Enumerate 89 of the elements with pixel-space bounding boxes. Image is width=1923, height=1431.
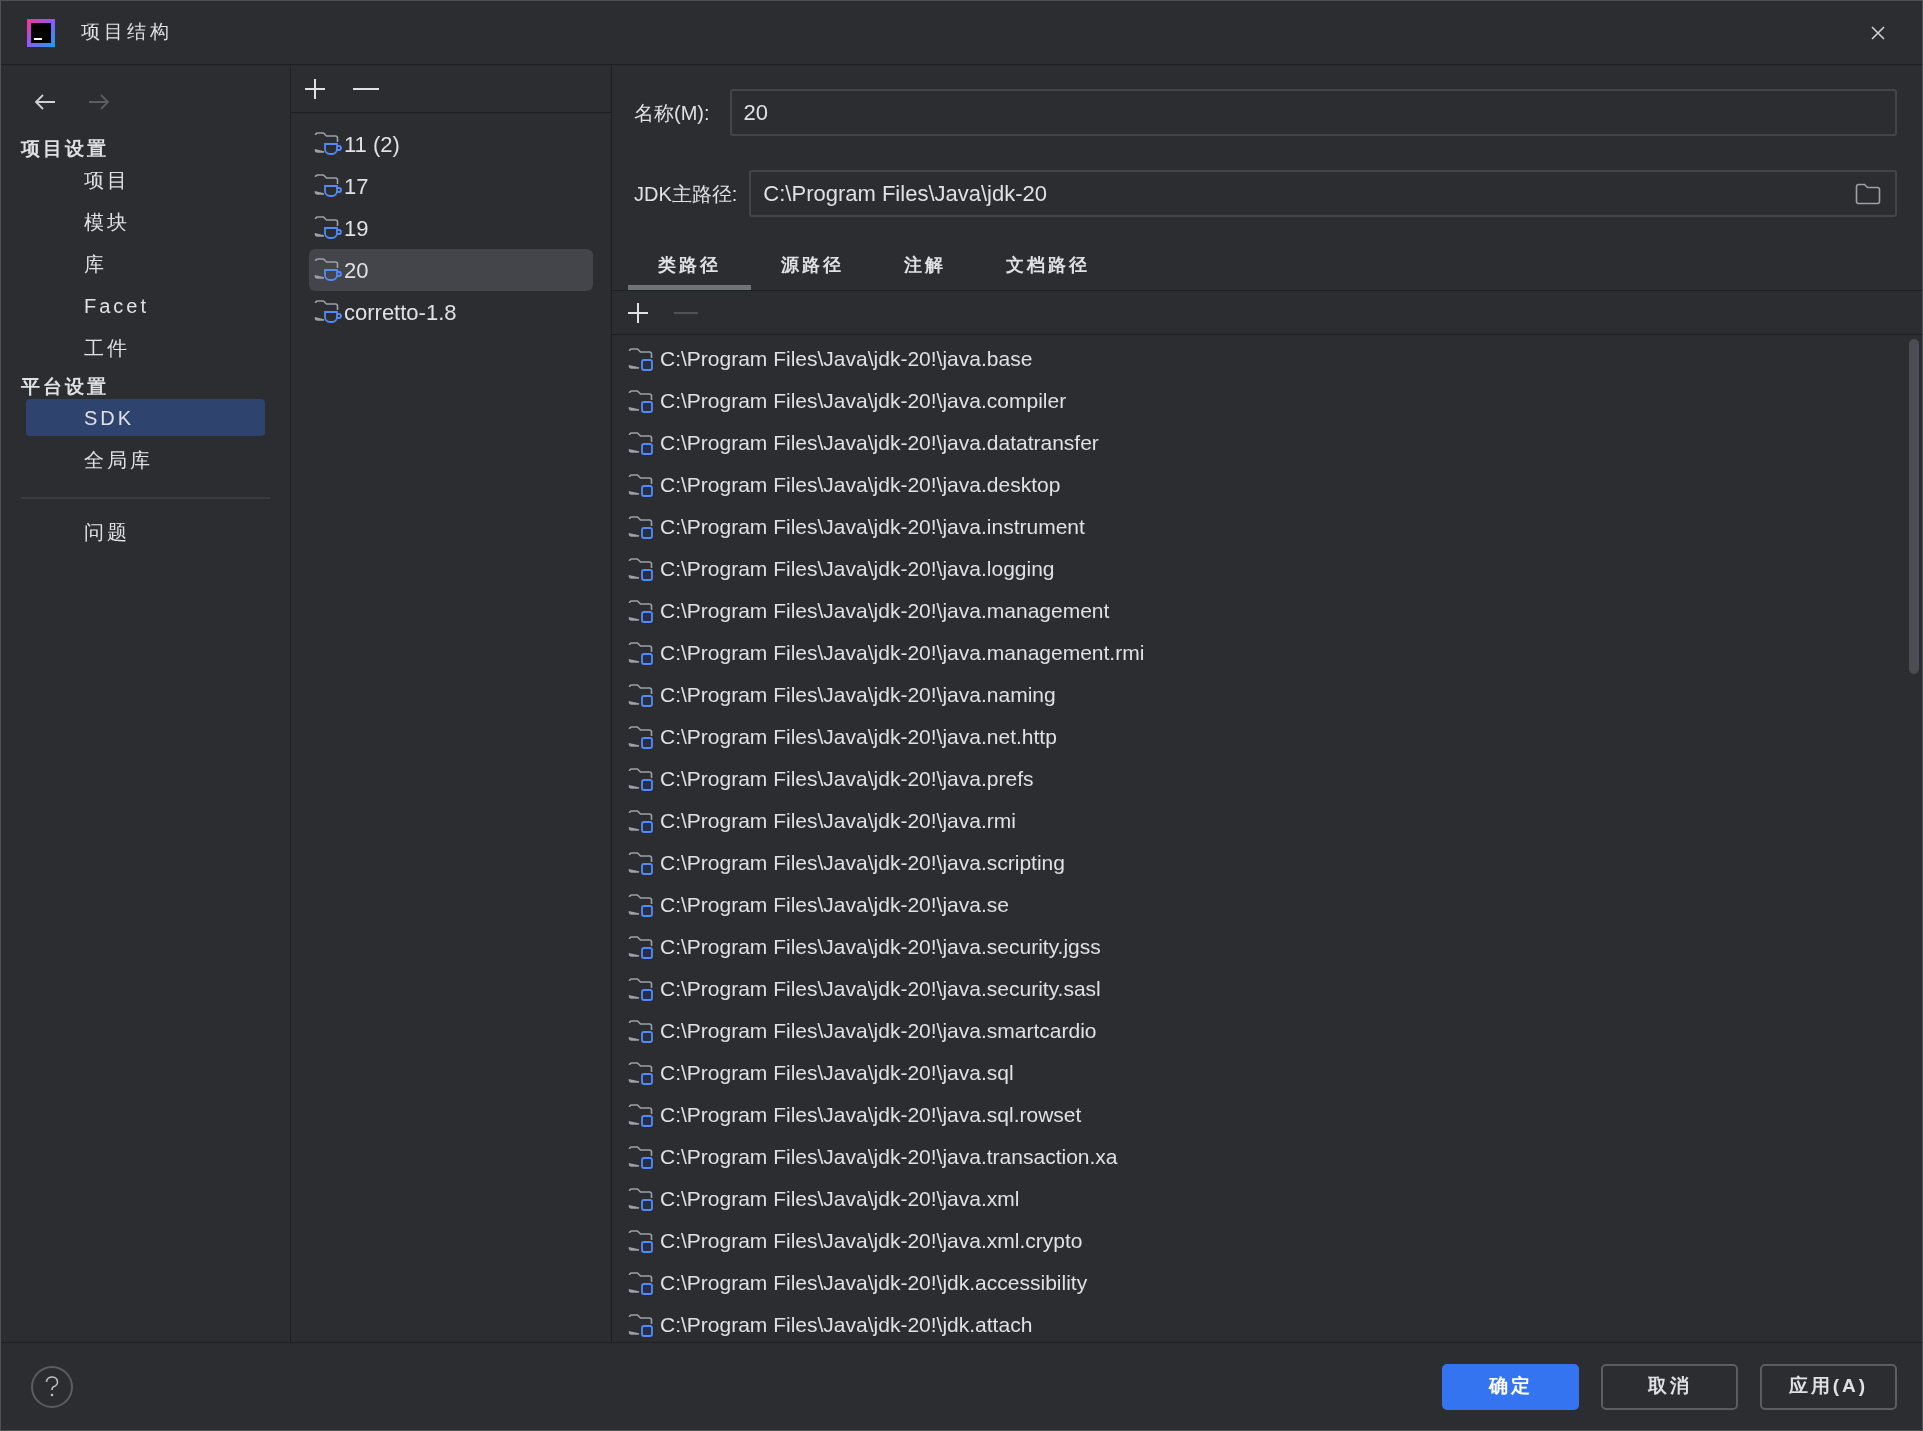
- sidebar-item[interactable]: SDK: [26, 399, 265, 436]
- window-title: 项目结构: [81, 20, 173, 45]
- classpath-entry[interactable]: C:\Program Files\Java\jdk-20!\java.compiler: [660, 385, 1067, 417]
- question-mark-icon: [45, 1375, 59, 1398]
- tab[interactable]: 注解: [874, 246, 976, 290]
- folder-icon: [628, 388, 656, 414]
- classpath-entry[interactable]: C:\Program Files\Java\jdk-20!\jdk.attach: [660, 1309, 1033, 1341]
- sdk-list-item[interactable]: 19: [309, 207, 593, 249]
- tab[interactable]: 类路径: [628, 246, 751, 290]
- folder-cup-icon: [314, 257, 342, 283]
- classpath-entry[interactable]: C:\Program Files\Java\jdk-20!\java.se: [660, 889, 1009, 921]
- classpath-entry[interactable]: C:\Program Files\Java\jdk-20!\java.logging: [660, 553, 1055, 585]
- sidebar-item[interactable]: 模块: [26, 203, 265, 240]
- folder-icon: [628, 430, 656, 456]
- sdk-list-item[interactable]: corretto-1.8: [309, 291, 593, 333]
- classpath-entry[interactable]: C:\Program Files\Java\jdk-20!\java.sql.rowset: [660, 1099, 1082, 1131]
- folder-icon: [628, 682, 656, 708]
- jdk-home-label: JDK主路径:: [634, 181, 738, 207]
- folder-cup-icon: [314, 299, 342, 325]
- folder-icon: [628, 850, 656, 876]
- folder-icon: [628, 1228, 656, 1254]
- folder-icon: [628, 892, 656, 918]
- classpath-entry[interactable]: C:\Program Files\Java\jdk-20!\jdk.accessibility: [660, 1267, 1088, 1299]
- folder-icon: [628, 346, 656, 372]
- folder-icon: [628, 1060, 656, 1086]
- folder-icon: [628, 1186, 656, 1212]
- tab[interactable]: 源路径: [751, 246, 874, 290]
- folder-icon: [628, 472, 656, 498]
- jdk-home-path-field[interactable]: C:\Program Files\Java\jdk-20: [749, 170, 1897, 217]
- name-label: 名称(M):: [634, 100, 710, 126]
- sdk-list-item[interactable]: 20: [309, 249, 593, 291]
- folder-icon: [628, 1270, 656, 1296]
- ok-button[interactable]: 确定: [1442, 1363, 1579, 1410]
- sidebar-item[interactable]: 问题: [26, 513, 265, 550]
- classpath-entry[interactable]: C:\Program Files\Java\jdk-20!\java.security.jgss: [660, 931, 1101, 963]
- folder-icon: [628, 976, 656, 1002]
- classpath-entry[interactable]: C:\Program Files\Java\jdk-20!\java.management: [660, 595, 1110, 627]
- add-icon[interactable]: [626, 300, 650, 325]
- sidebar-item[interactable]: 工件: [26, 329, 265, 366]
- sdk-list-item[interactable]: 11 (2): [309, 123, 593, 165]
- folder-icon: [628, 556, 656, 582]
- folder-icon: [628, 1018, 656, 1044]
- classpath-entry[interactable]: C:\Program Files\Java\jdk-20!\java.management.rmi: [660, 637, 1145, 669]
- folder-icon: [628, 514, 656, 540]
- classpath-entry[interactable]: C:\Program Files\Java\jdk-20!\java.xml.crypto: [660, 1225, 1083, 1257]
- folder-cup-icon: [314, 131, 342, 157]
- tab[interactable]: 文档路径: [976, 246, 1120, 290]
- classpath-entry[interactable]: C:\Program Files\Java\jdk-20!\java.sql: [660, 1057, 1014, 1089]
- folder-icon: [628, 724, 656, 750]
- folder-icon: [628, 1102, 656, 1128]
- sidebar-item[interactable]: 库: [26, 245, 265, 282]
- help-button[interactable]: [31, 1365, 73, 1408]
- close-icon[interactable]: [1870, 24, 1886, 41]
- section-header: 平台设置: [20, 375, 110, 399]
- classpath-entry[interactable]: C:\Program Files\Java\jdk-20!\java.xml: [660, 1183, 1020, 1215]
- dialog-button[interactable]: 取消: [1601, 1363, 1738, 1410]
- classpath-entry[interactable]: C:\Program Files\Java\jdk-20!\java.smartcardio: [660, 1015, 1097, 1047]
- folder-icon: [628, 598, 656, 624]
- app-logo-icon: [27, 18, 55, 47]
- dialog-button[interactable]: 应用(A): [1760, 1363, 1897, 1410]
- sidebar-item[interactable]: 项目: [26, 161, 265, 198]
- folder-icon: [628, 1312, 656, 1338]
- classpath-entry[interactable]: C:\Program Files\Java\jdk-20!\java.transaction.xa: [660, 1141, 1118, 1173]
- scrollbar-thumb[interactable]: [1909, 339, 1919, 674]
- classpath-entry[interactable]: C:\Program Files\Java\jdk-20!\java.desktop: [660, 469, 1061, 501]
- classpath-entry[interactable]: C:\Program Files\Java\jdk-20!\java.net.http: [660, 721, 1057, 753]
- sdk-list-item[interactable]: 17: [309, 165, 593, 207]
- classpath-entry[interactable]: C:\Program Files\Java\jdk-20!\java.security.sasl: [660, 973, 1101, 1005]
- folder-cup-icon: [314, 215, 342, 241]
- add-icon[interactable]: [303, 76, 327, 101]
- classpath-entry[interactable]: C:\Program Files\Java\jdk-20!\java.instrument: [660, 511, 1085, 543]
- classpath-entry[interactable]: C:\Program Files\Java\jdk-20!\java.rmi: [660, 805, 1016, 837]
- classpath-entry[interactable]: C:\Program Files\Java\jdk-20!\java.prefs: [660, 763, 1034, 795]
- folder-icon[interactable]: [1855, 182, 1881, 205]
- folder-icon: [628, 808, 656, 834]
- folder-icon: [628, 1144, 656, 1170]
- sidebar-item[interactable]: Facet: [26, 287, 265, 324]
- classpath-entry[interactable]: C:\Program Files\Java\jdk-20!\java.base: [660, 343, 1033, 375]
- classpath-entry[interactable]: C:\Program Files\Java\jdk-20!\java.scripting: [660, 847, 1065, 879]
- sidebar-item[interactable]: 全局库: [26, 441, 265, 478]
- folder-cup-icon: [314, 173, 342, 199]
- folder-icon: [628, 934, 656, 960]
- classpath-entry[interactable]: C:\Program Files\Java\jdk-20!\java.datatransfer: [660, 427, 1099, 459]
- folder-icon: [628, 766, 656, 792]
- name-field[interactable]: 20: [729, 89, 1897, 136]
- classpath-entry[interactable]: C:\Program Files\Java\jdk-20!\java.naming: [660, 679, 1056, 711]
- folder-icon: [628, 640, 656, 666]
- section-header: 项目设置: [19, 137, 110, 161]
- back-arrow-icon[interactable]: [33, 93, 57, 111]
